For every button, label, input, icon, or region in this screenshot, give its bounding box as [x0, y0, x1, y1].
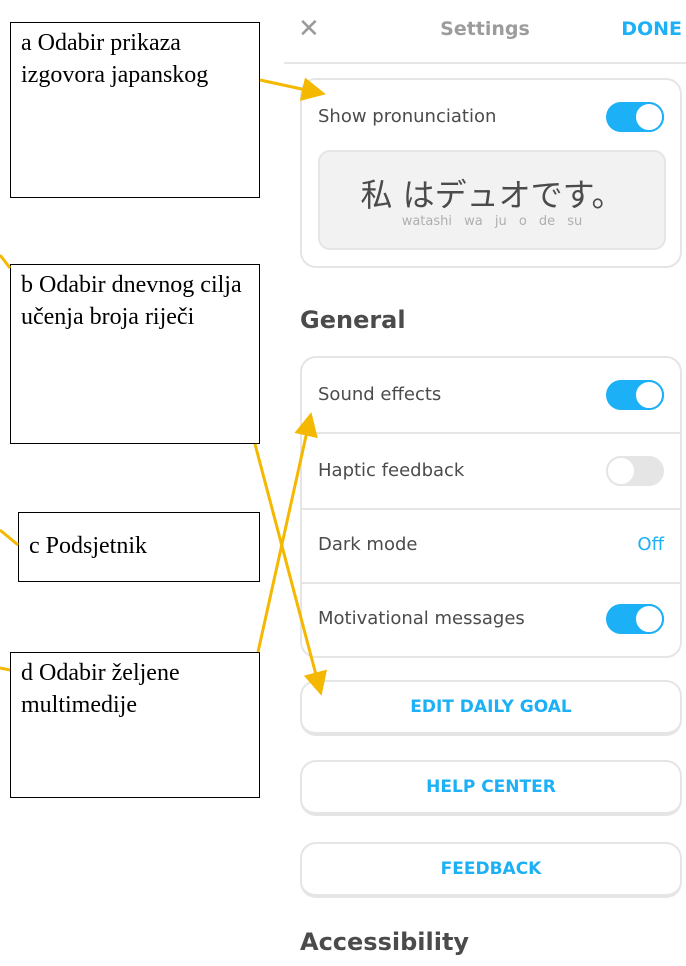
arrow-b — [253, 443, 328, 696]
arrow-b-tail — [0, 254, 12, 269]
annotation-arrows — [0, 77, 328, 696]
arrow-a — [259, 77, 326, 101]
arrow-d-tail — [0, 666, 11, 672]
arrow-c-tail — [0, 528, 19, 547]
